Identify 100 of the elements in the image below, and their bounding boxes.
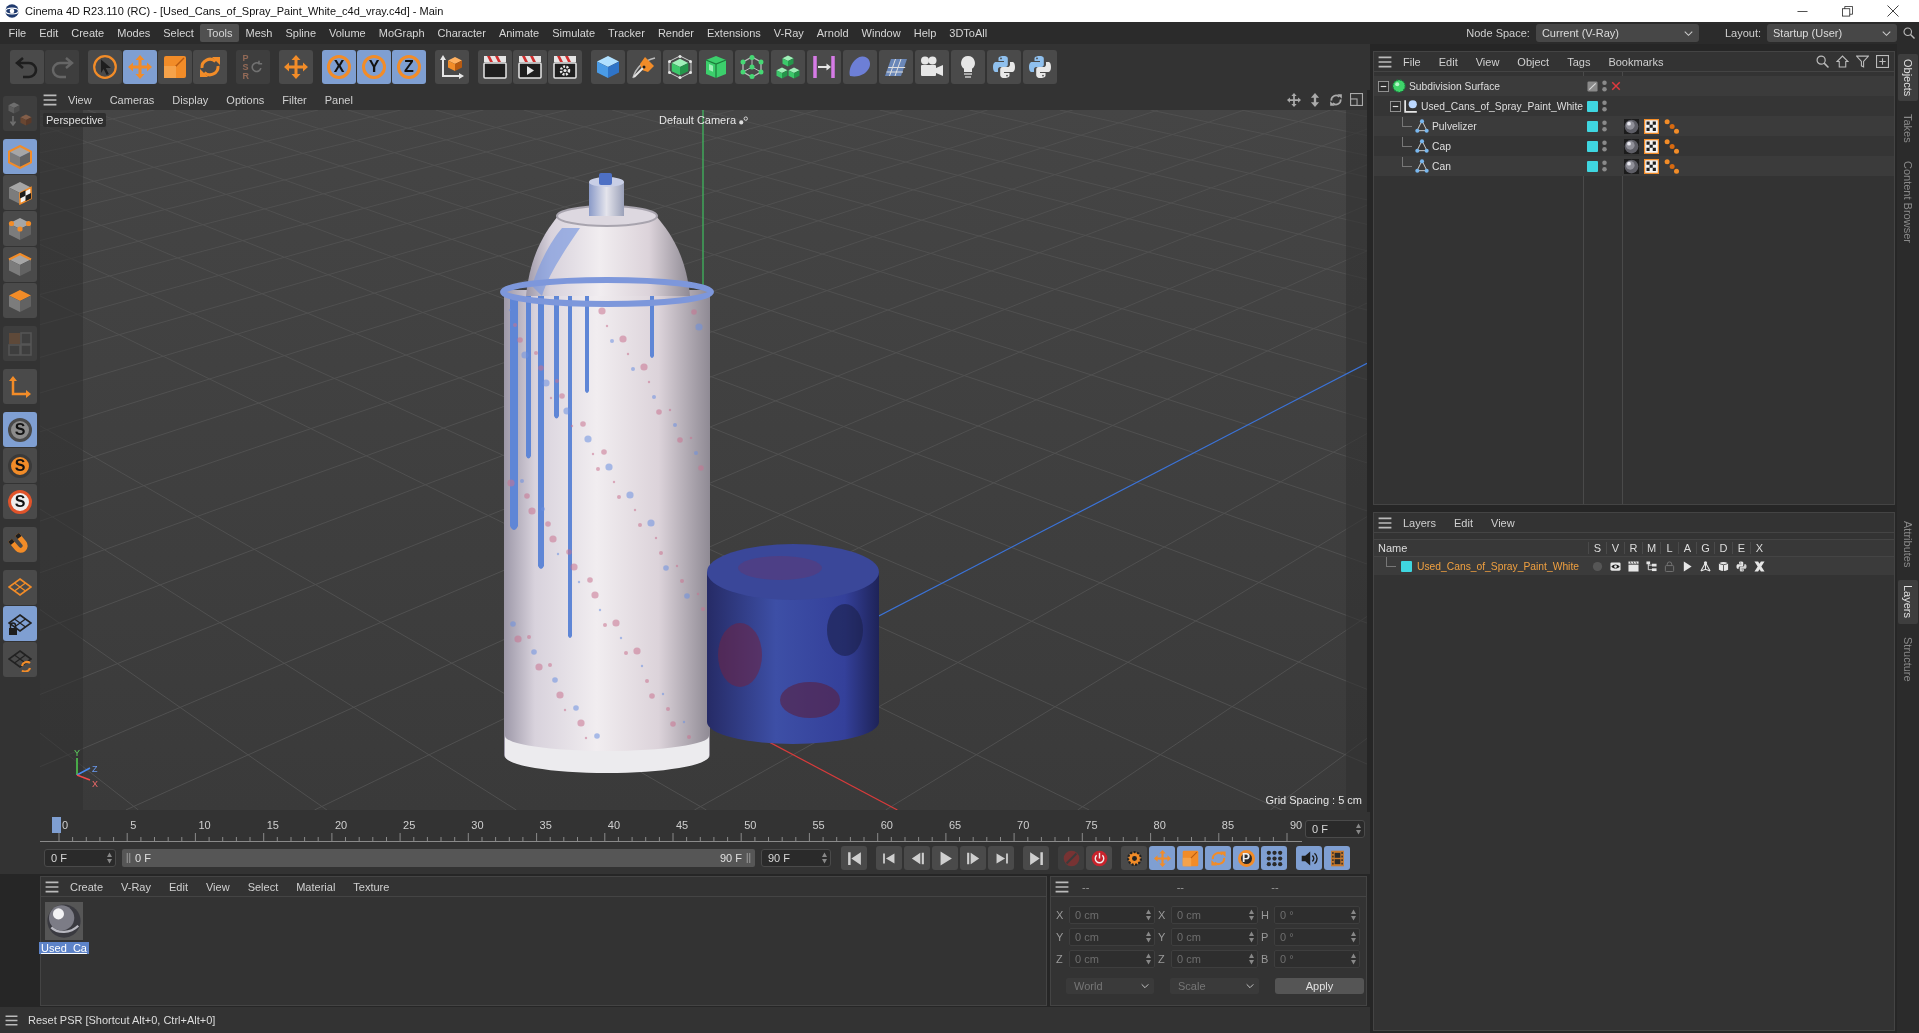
menu-item[interactable]: File xyxy=(1396,52,1428,71)
preview-range-bar[interactable]: 0 F 90 F xyxy=(122,849,755,867)
object-row[interactable]: Pulvelizer xyxy=(1374,116,1894,136)
menu-item[interactable]: Filter xyxy=(275,91,314,109)
tool-button[interactable] xyxy=(88,50,122,84)
menu-item[interactable]: Select xyxy=(240,877,286,896)
menu-item[interactable]: Material xyxy=(289,877,343,896)
menu-item[interactable]: View xyxy=(61,91,99,109)
orbit-view-icon[interactable] xyxy=(1329,93,1343,107)
transport-button[interactable] xyxy=(841,846,867,870)
side-tab[interactable]: Layers xyxy=(1898,580,1918,624)
transport-button[interactable] xyxy=(932,846,958,870)
transport-button[interactable] xyxy=(1261,846,1287,870)
menu-item[interactable]: Texture xyxy=(346,877,397,896)
transport-button[interactable] xyxy=(904,846,930,870)
tool-button[interactable] xyxy=(435,50,469,84)
menu-item[interactable]: Select xyxy=(156,24,201,42)
menu-icon[interactable] xyxy=(45,879,59,894)
transport-button[interactable] xyxy=(1324,846,1350,870)
menu-item[interactable]: MoGraph xyxy=(372,24,432,42)
tool-button[interactable]: Y xyxy=(357,50,391,84)
side-tab[interactable]: Takes xyxy=(1898,109,1918,149)
tool-button[interactable] xyxy=(478,50,512,84)
menu-item[interactable]: Render xyxy=(651,24,701,42)
cross-icon[interactable] xyxy=(1611,81,1621,91)
visibility-dots-icon[interactable] xyxy=(1602,160,1607,172)
eye-icon[interactable] xyxy=(1609,560,1621,572)
python-icon[interactable] xyxy=(1735,560,1747,572)
menu-icon[interactable] xyxy=(5,1013,18,1027)
material-sphere-icon[interactable] xyxy=(45,902,83,940)
deformer-icon[interactable] xyxy=(1717,560,1729,572)
dots-tag-icon[interactable] xyxy=(1664,158,1679,174)
visibility-dots-icon[interactable] xyxy=(1602,100,1607,112)
menu-item[interactable]: Bookmarks xyxy=(1601,52,1671,71)
clapperboard-icon[interactable] xyxy=(1627,560,1639,572)
object-row[interactable]: Subdivision Surface xyxy=(1374,76,1894,96)
checker-tag-icon[interactable] xyxy=(1644,118,1659,134)
material-tag-icon[interactable] xyxy=(1624,118,1639,134)
menu-item[interactable]: Character xyxy=(431,24,493,42)
layout-dropdown[interactable]: Startup (User) xyxy=(1767,24,1897,42)
material-tag-icon[interactable] xyxy=(1624,138,1639,154)
tool-button[interactable] xyxy=(3,642,37,677)
menu-item[interactable]: File xyxy=(2,24,33,42)
menu-item[interactable]: Modes xyxy=(110,24,157,42)
visibility-dots-icon[interactable] xyxy=(1602,80,1607,92)
menu-item[interactable]: Options xyxy=(219,91,272,109)
menu-item[interactable]: Create xyxy=(63,877,111,896)
current-frame-field[interactable]: 0 F xyxy=(1305,820,1365,838)
dots-tag-icon[interactable] xyxy=(1664,138,1679,154)
visibility-dots-icon[interactable] xyxy=(1602,120,1607,132)
menu-item[interactable]: Tags xyxy=(1560,52,1598,71)
menu-item[interactable]: View xyxy=(198,877,237,896)
playhead-marker[interactable] xyxy=(52,817,61,833)
menu-item[interactable]: Edit xyxy=(1447,513,1480,532)
menu-item[interactable]: Edit xyxy=(1431,52,1465,71)
plus-square-icon[interactable] xyxy=(1876,55,1889,68)
menu-item[interactable]: Tracker xyxy=(601,24,652,42)
material-tag-icon[interactable] xyxy=(1624,158,1639,174)
tool-button[interactable] xyxy=(513,50,547,84)
timeline-track[interactable] xyxy=(40,817,1302,842)
dots-tag-icon[interactable] xyxy=(1664,118,1679,134)
menu-item[interactable]: View xyxy=(1468,52,1507,71)
transport-button[interactable] xyxy=(1121,846,1147,870)
menu-item[interactable]: Simulate xyxy=(545,24,602,42)
menu-item[interactable]: Create xyxy=(64,24,111,42)
tool-button[interactable] xyxy=(548,50,582,84)
tool-button[interactable] xyxy=(771,50,805,84)
tool-button[interactable] xyxy=(3,527,37,562)
menu-item[interactable]: Cameras xyxy=(102,91,162,109)
transport-button[interactable] xyxy=(960,846,986,870)
tool-button[interactable]: X xyxy=(322,50,356,84)
transport-button[interactable] xyxy=(1296,846,1322,870)
checker-tag-icon[interactable] xyxy=(1644,158,1659,174)
menu-item[interactable]: V-Ray xyxy=(767,24,811,42)
view-layout-icon[interactable] xyxy=(1350,93,1363,106)
menu-item[interactable]: Help xyxy=(907,24,943,42)
tool-button[interactable] xyxy=(987,50,1021,84)
menu-item[interactable]: Volume xyxy=(322,24,373,42)
menu-item[interactable]: Panel xyxy=(317,91,360,109)
menu-item[interactable]: Display xyxy=(165,91,216,109)
tool-button[interactable] xyxy=(915,50,949,84)
menu-item[interactable]: Tools xyxy=(200,24,240,42)
close-icon[interactable] xyxy=(1887,5,1899,17)
filter-icon[interactable] xyxy=(1856,55,1869,68)
tool-button[interactable] xyxy=(3,606,37,641)
tool-button[interactable]: S xyxy=(3,448,37,483)
menu-item[interactable]: Edit xyxy=(162,877,195,896)
collapse-toggle-icon[interactable] xyxy=(1390,100,1401,112)
tool-button[interactable] xyxy=(591,50,625,84)
tool-button[interactable]: S xyxy=(3,484,37,519)
menu-item[interactable]: 3DToAll xyxy=(942,24,994,42)
menu-icon[interactable] xyxy=(1378,54,1392,69)
object-row[interactable]: Can xyxy=(1374,156,1894,176)
generator-icon[interactable] xyxy=(1699,560,1711,572)
house-icon[interactable] xyxy=(1836,55,1849,68)
menu-icon[interactable] xyxy=(43,93,57,107)
transport-button[interactable] xyxy=(876,846,902,870)
menu-item[interactable]: Arnold xyxy=(810,24,856,42)
restore-icon[interactable] xyxy=(1842,5,1853,17)
tool-button[interactable]: Z xyxy=(392,50,426,84)
